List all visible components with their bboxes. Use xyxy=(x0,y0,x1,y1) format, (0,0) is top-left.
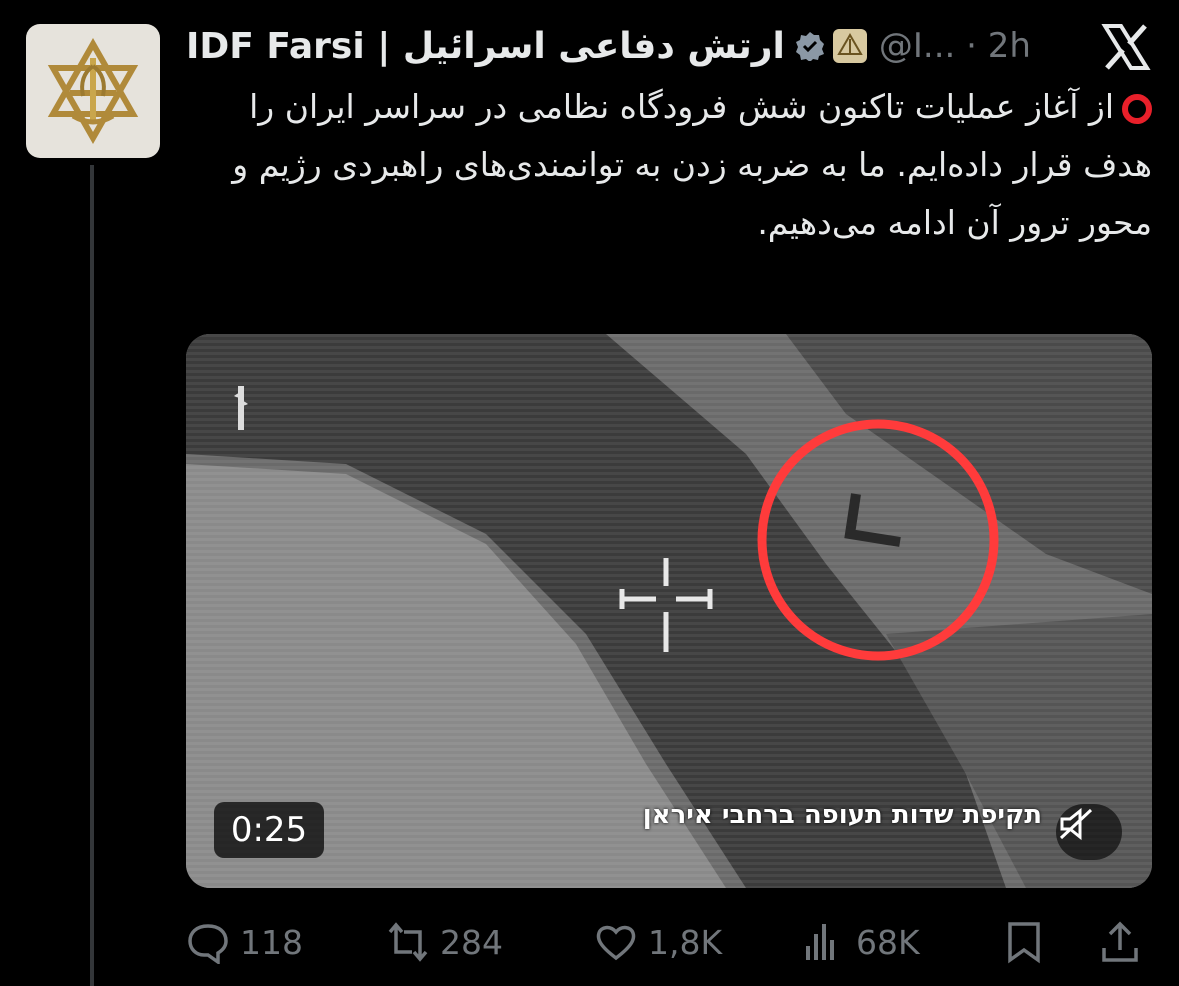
x-logo-icon[interactable] xyxy=(1099,20,1153,74)
red-circle-icon xyxy=(1122,93,1152,124)
reply-count: 118 xyxy=(240,922,303,962)
post-body: از آغاز عملیات تاکنون شش فرودگاه نظامی د… xyxy=(232,87,1152,242)
idf-logo-icon xyxy=(47,37,139,145)
action-bar: 118 284 1,8K 68K xyxy=(186,912,1152,972)
share-button[interactable] xyxy=(1098,912,1142,972)
handle-and-time[interactable]: @I... · 2h xyxy=(879,26,1031,66)
like-count: 1,8K xyxy=(648,922,723,962)
views-icon xyxy=(806,924,834,960)
mute-button[interactable] xyxy=(1056,804,1122,860)
thread-line xyxy=(90,165,94,986)
mute-icon xyxy=(1059,807,1093,841)
display-name[interactable]: IDF Farsi | ارتش دفاعی اسرائیل xyxy=(186,26,785,67)
avatar[interactable] xyxy=(26,24,160,158)
like-icon xyxy=(596,925,636,961)
video-duration: 0:25 xyxy=(214,802,324,858)
video-player[interactable]: 0:25 תקיפת שדות תעופה ברחבי איראן xyxy=(186,334,1152,888)
repost-count: 284 xyxy=(440,922,503,962)
bookmark-button[interactable] xyxy=(1002,912,1046,972)
post-header: IDF Farsi | ارتش دفاعی اسرائیل @I... · 2… xyxy=(186,20,1158,72)
verified-badge-icon xyxy=(795,32,824,61)
repost-button[interactable]: 284 xyxy=(386,912,503,972)
emoji-badge-icon xyxy=(832,29,867,63)
video-caption: תקיפת שדות תעופה ברחבי איראן xyxy=(642,800,1042,830)
share-icon xyxy=(1102,921,1138,962)
views-button[interactable]: 68K xyxy=(802,912,920,972)
reply-icon xyxy=(188,924,228,964)
reply-button[interactable]: 118 xyxy=(186,912,303,972)
views-count: 68K xyxy=(856,922,920,962)
post-text: از آغاز عملیات تاکنون شش فرودگاه نظامی د… xyxy=(186,78,1152,252)
like-button[interactable]: 1,8K xyxy=(594,912,722,972)
bookmark-icon xyxy=(1008,922,1040,964)
repost-icon xyxy=(388,922,428,962)
